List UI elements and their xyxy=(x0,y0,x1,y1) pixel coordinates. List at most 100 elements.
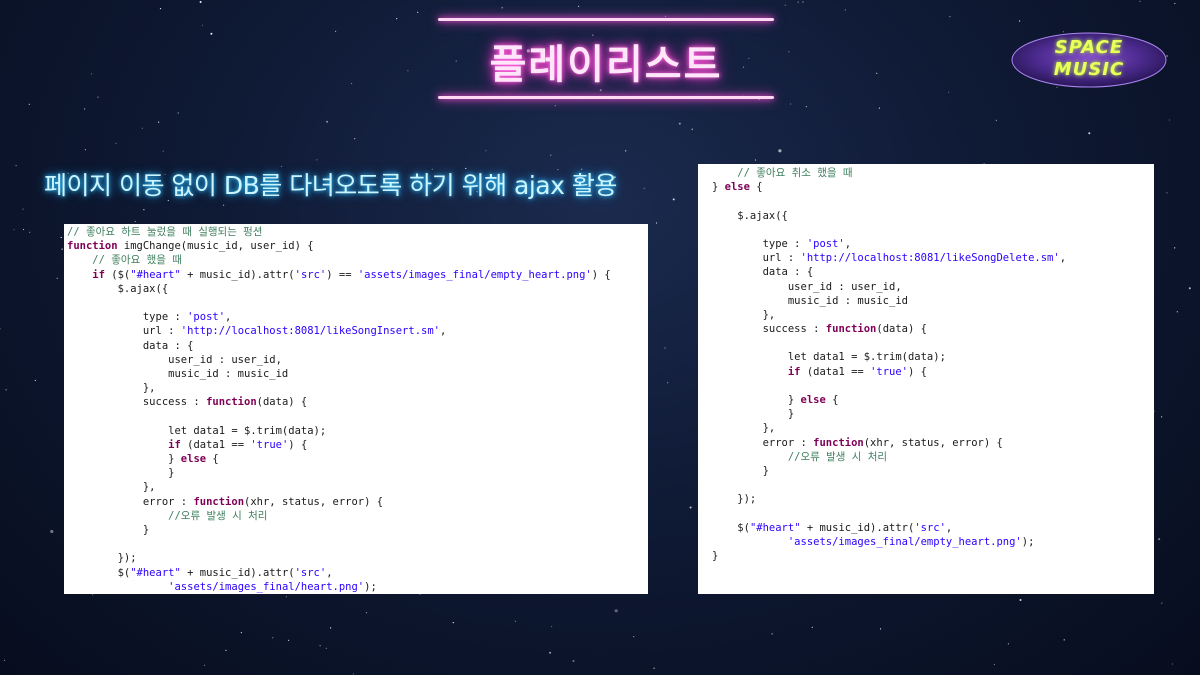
star xyxy=(90,73,93,75)
code-token: ) { xyxy=(288,438,308,451)
star xyxy=(1161,416,1163,418)
star xyxy=(664,347,666,349)
star xyxy=(288,639,290,642)
star xyxy=(272,637,274,639)
star xyxy=(614,609,618,613)
code-token: if xyxy=(168,438,181,451)
code-token: function xyxy=(67,240,118,253)
code-token: // 좋아요 했을 때 xyxy=(92,254,182,267)
code-token: $( xyxy=(67,566,131,579)
code-line: } else { xyxy=(712,393,1154,407)
code-token: (xhr, status, error) { xyxy=(244,495,384,508)
code-line: type : 'post', xyxy=(712,237,1154,251)
code-token: error : xyxy=(712,436,814,449)
code-line: // 좋아요 하트 눌렀을 때 실행되는 펑션 xyxy=(67,225,648,239)
star xyxy=(115,142,117,144)
code-token: 'assets/images_final/empty_heart.png' xyxy=(357,268,592,281)
code-token: }, xyxy=(67,382,156,395)
star xyxy=(625,150,627,152)
code-line: }, xyxy=(67,381,648,395)
code-token: } xyxy=(67,523,150,536)
code-line: type : 'post', xyxy=(67,310,648,324)
code-line: $.ajax({ xyxy=(67,282,648,296)
code-line: } else { xyxy=(712,180,1154,194)
code-token: , xyxy=(945,521,953,534)
code-line: 'assets/images_final/heart.png'); xyxy=(67,580,648,594)
star xyxy=(995,119,997,121)
code-token: } xyxy=(712,181,725,194)
code-token: error : xyxy=(67,495,194,508)
star xyxy=(92,594,94,596)
code-line: let data1 = $.trim(data); xyxy=(67,424,648,438)
code-token: }); xyxy=(67,552,137,565)
code-token: "#heart" xyxy=(130,268,181,281)
code-token: else xyxy=(180,453,207,465)
code-token: music_id : music_id xyxy=(67,367,289,380)
star xyxy=(365,612,368,614)
code-line: ​ xyxy=(67,296,648,310)
code-line: music_id : music_id xyxy=(712,294,1154,308)
star xyxy=(1019,20,1021,22)
code-token: //오류 발생 시 처리 xyxy=(168,509,268,522)
code-line: //오류 발생 시 처리 xyxy=(67,509,648,523)
star xyxy=(1063,639,1065,641)
code-line: data : { xyxy=(712,265,1154,279)
code-line: 'assets/images_final/empty_heart.png'); xyxy=(712,535,1154,549)
star xyxy=(354,138,356,140)
code-panel-left: // 좋아요 하트 눌렀을 때 실행되는 펑션 function imgChang… xyxy=(64,224,648,594)
code-line: ​ xyxy=(712,507,1154,521)
star xyxy=(784,4,786,6)
code-token: type : xyxy=(712,237,807,250)
code-token: ) { xyxy=(908,365,927,378)
code-token: } xyxy=(712,464,769,477)
code-line: $("#heart" + music_id).attr('src', xyxy=(67,566,648,580)
star xyxy=(805,106,808,108)
code-line: user_id : user_id, xyxy=(712,280,1154,294)
star xyxy=(28,103,30,105)
code-panel-right: // 좋아요 취소 했을 때} else {​ $.ajax({​ type :… xyxy=(698,164,1154,594)
code-line: url : 'http://localhost:8081/likeSongIns… xyxy=(67,324,648,338)
star xyxy=(15,165,17,167)
star xyxy=(330,627,332,629)
code-line: ​ xyxy=(712,223,1154,237)
code-token: 'src' xyxy=(914,521,946,534)
star xyxy=(653,667,655,669)
star xyxy=(790,103,792,105)
star xyxy=(417,11,419,13)
code-token: 'http://localhost:8081/likeSongDelete.sm… xyxy=(800,252,1060,265)
star xyxy=(1188,287,1191,290)
code-token: 'post' xyxy=(187,311,226,324)
code-token: $.ajax({ xyxy=(67,282,169,295)
star xyxy=(0,328,1,330)
code-line: function imgChange(music_id, user_id) { xyxy=(67,239,648,253)
star xyxy=(325,647,327,650)
code-line: success : function(data) { xyxy=(67,395,648,409)
code-line: if (data1 == 'true') { xyxy=(67,438,648,452)
star xyxy=(3,659,6,662)
star xyxy=(633,636,635,638)
code-token: data : { xyxy=(712,266,814,279)
star xyxy=(811,626,813,628)
star xyxy=(141,127,143,129)
code-token: 'true' xyxy=(250,438,289,451)
code-token: ) { xyxy=(591,268,611,281)
code-token: url : xyxy=(712,252,801,265)
star xyxy=(177,112,179,114)
code-token: , xyxy=(439,325,447,338)
code-token: (data) { xyxy=(876,323,927,336)
star xyxy=(210,32,213,35)
star xyxy=(844,9,847,11)
star xyxy=(1088,132,1091,135)
code-token: 'true' xyxy=(870,365,908,378)
star xyxy=(84,108,86,110)
star xyxy=(689,506,692,509)
code-token: + music_id).attr( xyxy=(800,521,915,534)
page-title: 플레이리스트 xyxy=(489,42,723,88)
code-token: $.ajax({ xyxy=(712,209,788,222)
code-token: (xhr, status, error) { xyxy=(863,436,1003,449)
code-token: if xyxy=(92,268,105,281)
star xyxy=(285,596,287,598)
